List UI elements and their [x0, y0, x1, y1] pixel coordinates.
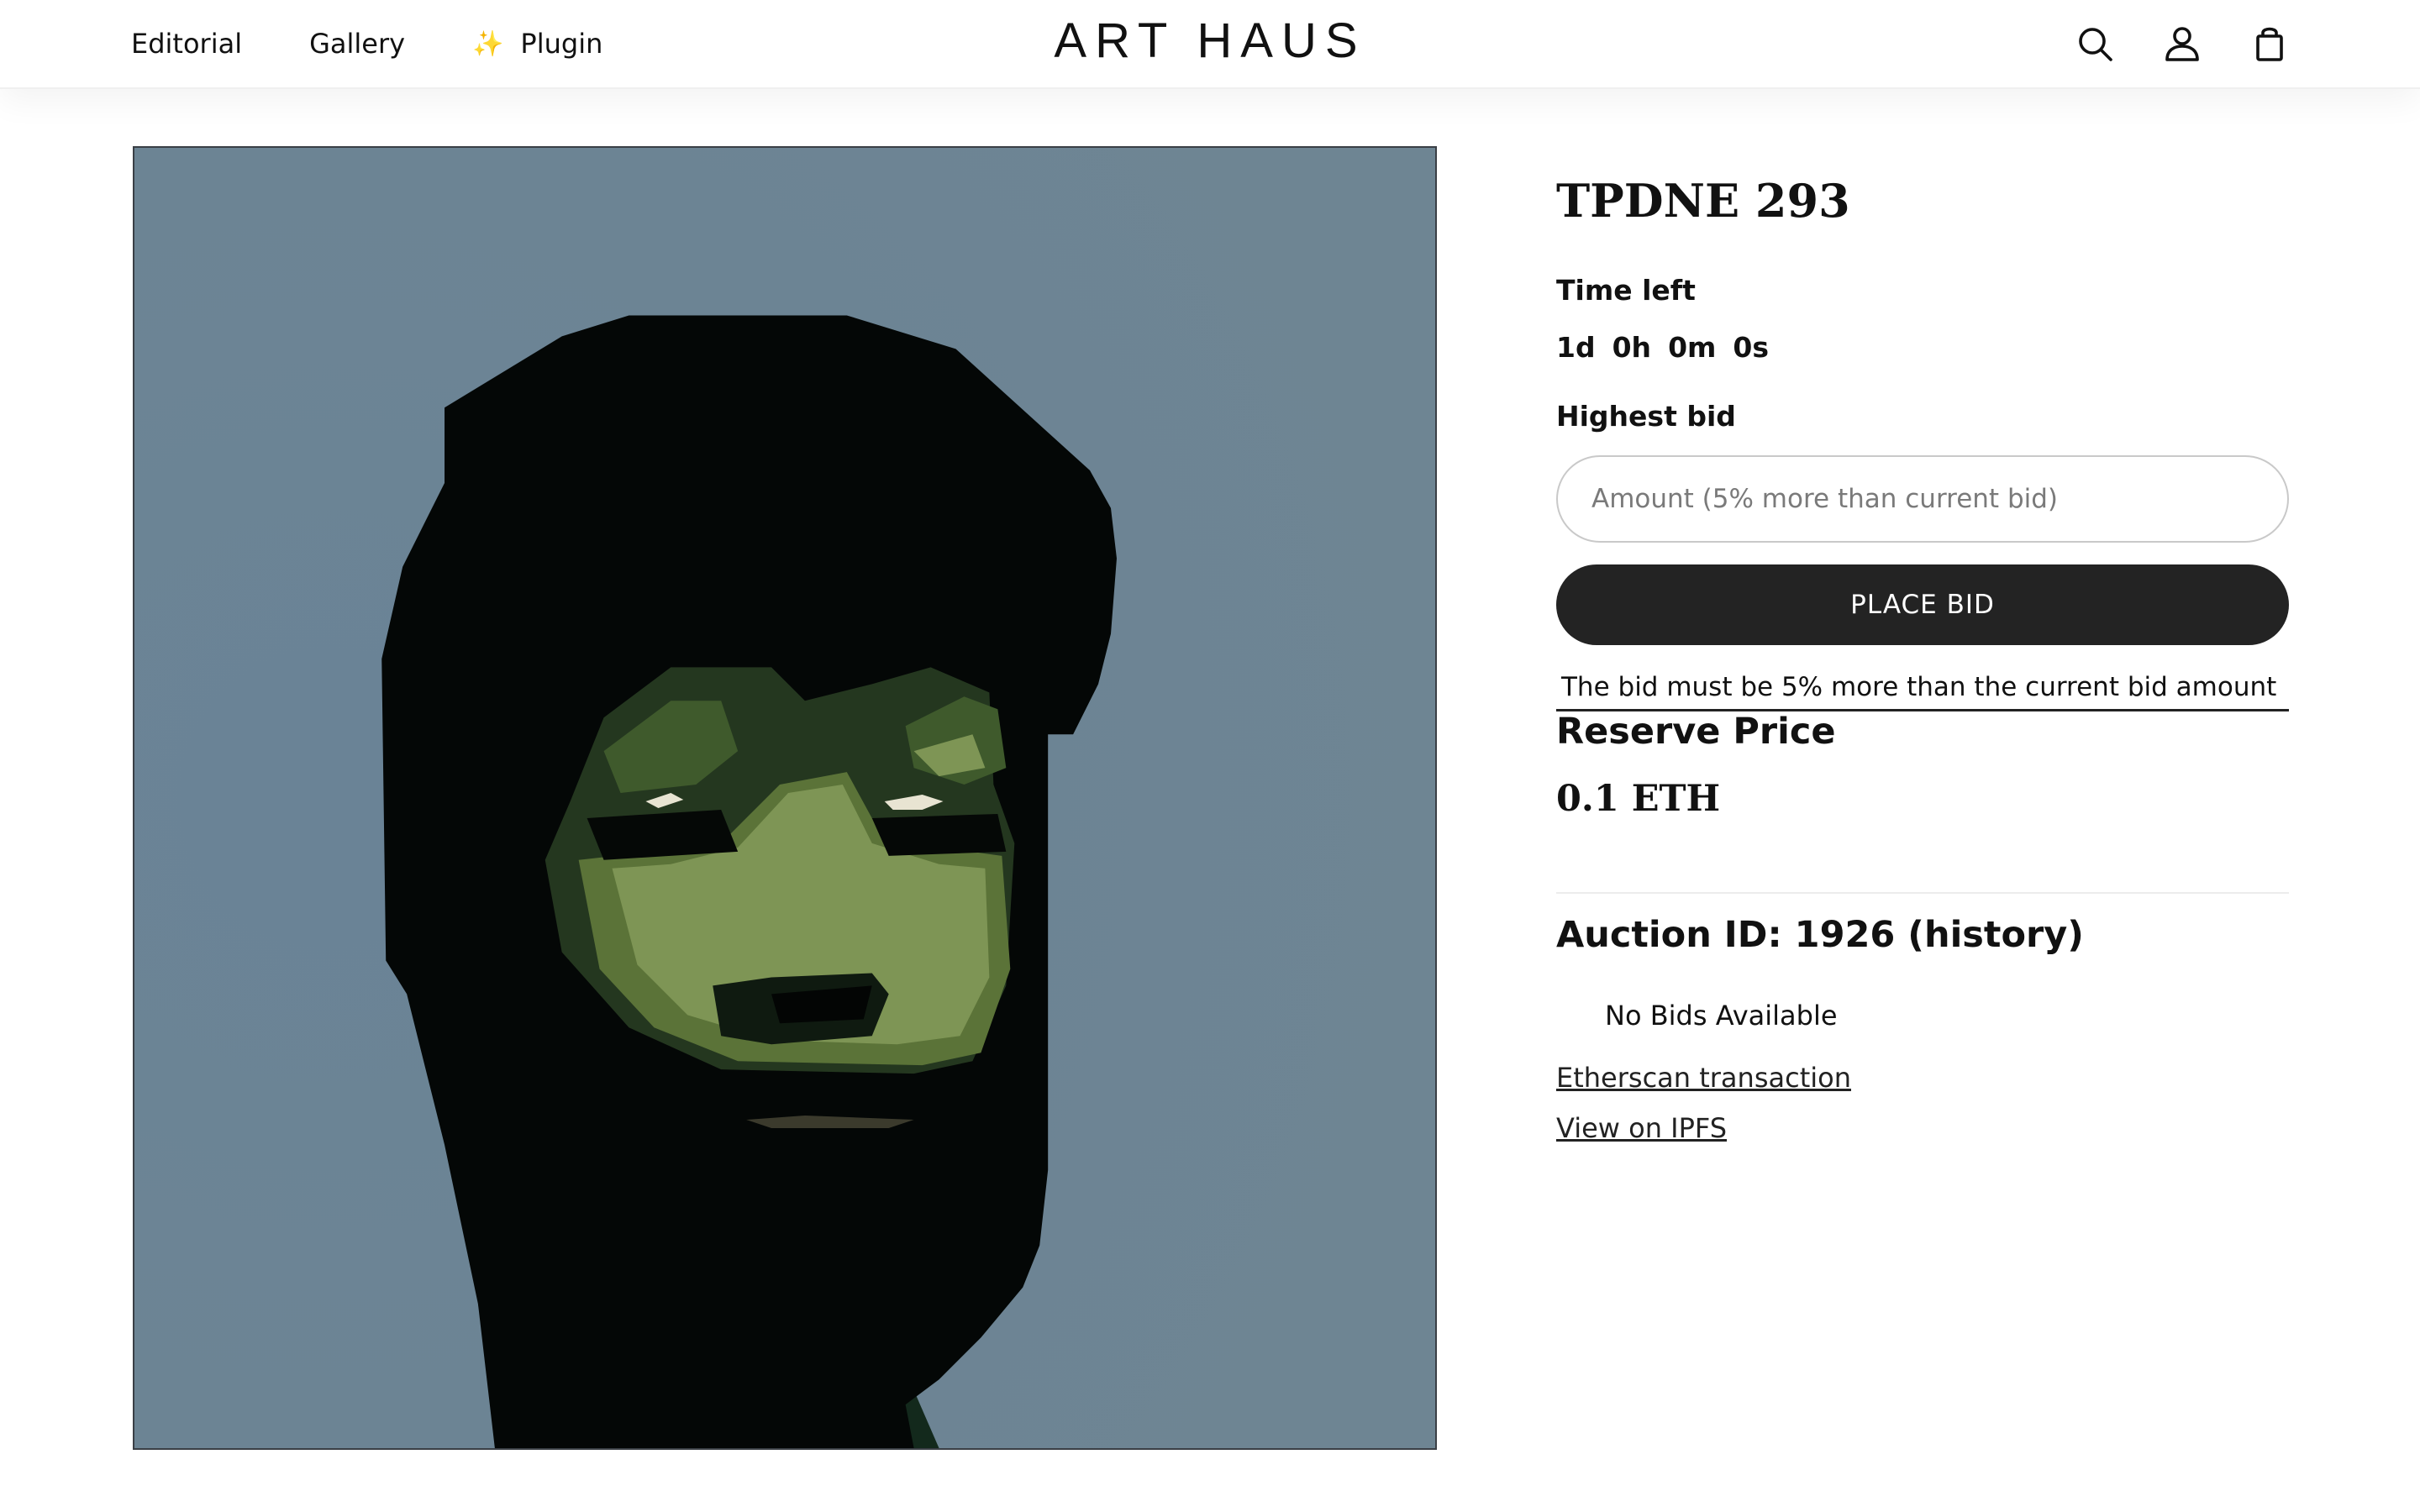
countdown-timer: 1d 0h 0m 0s: [1556, 331, 1769, 364]
countdown-minutes: 0m: [1668, 331, 1717, 364]
artwork-image: [133, 146, 1437, 1450]
brand-logo[interactable]: ART HAUS: [0, 0, 2420, 81]
cart-icon[interactable]: [2250, 24, 2289, 63]
countdown-seconds: 0s: [1733, 331, 1770, 364]
bid-amount-input[interactable]: [1556, 455, 2289, 543]
artwork-title: TPDNE 293: [1556, 174, 1850, 228]
time-left-label: Time left: [1556, 274, 1696, 307]
bid-history-empty: No Bids Available: [1605, 1000, 1838, 1032]
search-icon[interactable]: [2075, 24, 2114, 63]
view-on-ipfs-link[interactable]: View on IPFS: [1556, 1112, 1727, 1144]
etherscan-transaction-link[interactable]: Etherscan transaction: [1556, 1062, 1851, 1094]
highest-bid-label: Highest bid: [1556, 400, 1736, 433]
auction-panel: TPDNE 293 Time left 1d 0h 0m 0s Highest …: [1556, 174, 2289, 1144]
reserve-price-label: Reserve Price: [1556, 711, 1836, 753]
account-icon[interactable]: [2163, 24, 2202, 63]
reserve-price-value: 0.1 ETH: [1556, 778, 1721, 820]
section-divider: [1556, 892, 2289, 894]
bid-requirement-note: The bid must be 5% more than the current…: [1556, 672, 2289, 711]
countdown-hours: 0h: [1612, 331, 1652, 364]
nav-actions: [2075, 0, 2289, 87]
countdown-days: 1d: [1556, 331, 1596, 364]
portrait-illustration: [134, 148, 1435, 1448]
auction-id-heading[interactable]: Auction ID: 1926 (history): [1556, 914, 2084, 956]
place-bid-button[interactable]: PLACE BID: [1556, 564, 2289, 645]
top-navigation: Editorial Gallery ✨ Plugin ART HAUS: [0, 0, 2420, 89]
